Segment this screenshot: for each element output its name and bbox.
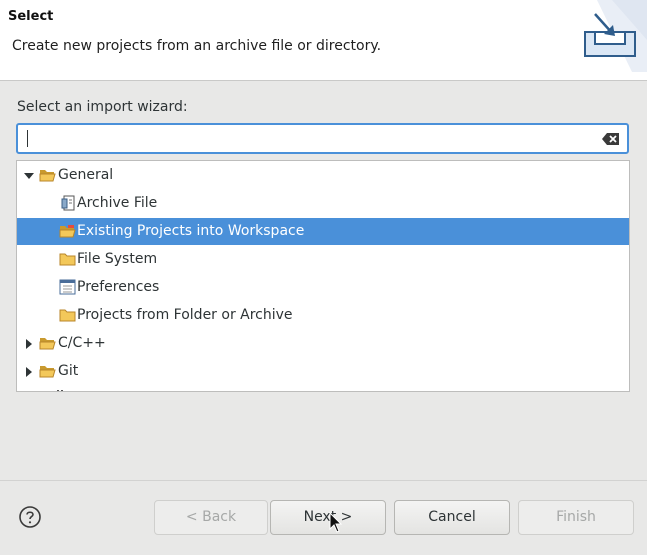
finish-button[interactable]: Finish [518,500,634,535]
help-icon[interactable] [18,505,42,529]
back-button[interactable]: < Back [154,500,268,535]
tree-item-label: Git [58,363,79,379]
tree-item-label: Existing Projects into Workspace [77,223,305,239]
tree-item-general[interactable]: General [17,162,629,189]
text-caret [27,130,28,147]
tree-item-preferences[interactable]: Preferences [17,274,629,301]
tree-item-label: Archive File [77,195,158,211]
tree-item-label: C/C++ [58,335,106,351]
tree-item-label: File System [77,251,158,267]
tree-item-archive-file[interactable]: Archive File [17,190,629,217]
wizard-header: Select Create new projects from an archi… [0,0,647,81]
preferences-icon [59,279,76,295]
chevron-right-icon[interactable] [23,338,35,350]
folder-icon [59,253,76,266]
folder-open-icon [39,338,56,350]
folder-open-icon [39,170,56,182]
button-bar-separator [0,480,647,481]
tree-item-projects-from-folder[interactable]: Projects from Folder or Archive [17,302,629,329]
wizard-tree[interactable]: General Archive File Existing Projects i… [16,160,630,392]
tree-item-git[interactable]: Git [17,358,629,385]
tree-item-label: Preferences [77,279,160,295]
wizard-filter-input[interactable] [24,128,594,149]
chevron-down-icon[interactable] [23,170,35,182]
folder-open-icon [39,366,56,378]
next-button[interactable]: Next > [270,500,386,535]
tree-item-label: Projects from Folder or Archive [77,307,293,323]
filter-label: Select an import wizard: [17,99,188,115]
tree-item-cutoff [57,390,63,391]
tree-item-file-system[interactable]: File System [17,246,629,273]
page-title: Select [8,9,54,24]
tree-item-cpp[interactable]: C/C++ [17,330,629,357]
clear-filter-icon[interactable] [601,130,621,148]
folder-icon [59,309,76,322]
page-description: Create new projects from an archive file… [12,38,382,54]
tree-item-existing-projects[interactable]: Existing Projects into Workspace [17,218,629,245]
cancel-button[interactable]: Cancel [394,500,510,535]
wizard-filter-field[interactable] [16,123,629,154]
import-wizard-icon [584,0,647,72]
tree-item-label: General [58,167,114,183]
chevron-right-icon[interactable] [23,366,35,378]
archive-file-icon [61,195,75,211]
folder-projects-icon [59,225,76,238]
